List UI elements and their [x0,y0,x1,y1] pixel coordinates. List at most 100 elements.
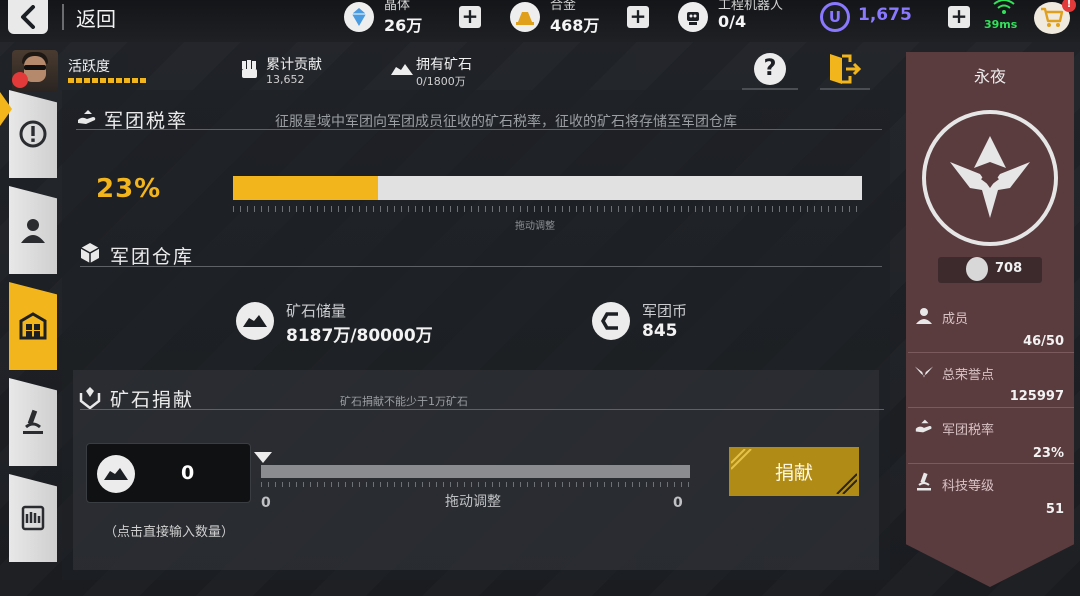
person-icon [21,219,45,243]
help-button[interactable]: ? [754,53,786,85]
ore-label: 拥有矿石 [416,57,472,73]
legion-tax-value: 23% [1032,446,1064,461]
crystal-icon [344,2,374,32]
robot-value: 0/4 [718,12,747,31]
ore-reserve-icon [236,302,274,340]
members-label: 成员 [942,312,969,327]
ore-reserve-label: 矿石储量 [286,302,347,320]
box-icon [80,243,100,263]
tab-warehouse[interactable] [9,282,57,370]
legion-coin-icon [592,302,630,340]
microscope-small-icon [917,472,931,491]
tax-percent: 23% [96,174,162,204]
avatar-glasses [24,65,46,70]
exit-door-icon [830,54,862,84]
donate-slider-max: 0 [673,495,683,511]
tax-rule [76,129,882,130]
ore-reserve-value: 8187万/80000万 [286,326,433,346]
crystal-value: 26万 [384,16,423,35]
top-bar [0,0,1080,42]
ore-icon-small [97,455,135,493]
activity-label: 活跃度 [68,59,110,75]
legion-tax-label: 军团税率 [942,423,995,438]
divider [62,4,64,30]
legion-power: 708 [995,261,1023,276]
tax-description: 征服星域中军团向军团成员征收的矿石税率，征收的矿石将存储至军团仓库 [275,114,737,130]
tax-slider-ticks [233,206,862,212]
tab-rail [0,90,62,580]
contribution-value: 13,652 [266,73,305,86]
legion-tax-rule [908,463,1074,464]
honor-rule [908,407,1074,408]
alert-icon [19,120,47,148]
donate-slider-ticks [261,482,690,487]
activity-bar [68,78,146,83]
members-icon [916,308,932,324]
tab-notice[interactable] [9,90,57,178]
chevron-left-icon [21,5,35,29]
hand-icon [21,505,45,531]
donate-quantity-hint: （点击直接输入数量） [104,525,235,540]
microscope-icon [23,409,43,434]
ore-icon [391,64,413,75]
legion-name: 永夜 [973,67,1006,86]
warehouse-section-title: 军团仓库 [110,246,195,268]
u-currency-icon: U [820,2,850,32]
donate-slider-handle[interactable] [254,452,272,463]
cart-icon [1041,7,1064,27]
donate-button-label: 捐献 [774,462,813,484]
add-alloy-button[interactable]: + [627,6,649,28]
add-crystal-button[interactable]: + [459,6,481,28]
contribution-label: 累计贡献 [266,57,322,73]
donate-quantity-input[interactable]: 0 [86,443,251,503]
tech-level-value: 51 [1045,502,1064,517]
signal-icon [993,0,1015,14]
legion-coin-label: 军团币 [642,302,688,320]
tab-donate-record[interactable] [9,474,57,562]
warehouse-icon [19,312,47,340]
notification-dot [12,72,28,88]
donate-slider[interactable] [261,465,690,478]
donate-section-title: 矿石捐献 [110,389,195,411]
tax-hand-icon [78,110,96,124]
donate-slider-hint: 拖动调整 [445,494,501,510]
donate-hands-icon [79,387,101,409]
donate-slider-min: 0 [261,495,271,511]
tab-tech[interactable] [9,378,57,466]
robot-icon [678,2,708,32]
tax-slider-hint: 拖动调整 [515,221,555,232]
members-value: 46/50 [1023,334,1064,349]
warehouse-rule [80,266,882,267]
tax-slider[interactable] [233,176,862,200]
members-rule [908,352,1074,353]
tax-slider-fill [233,176,378,200]
ore-value: 0/1800万 [416,75,466,88]
honor-label: 总荣誉点 [942,368,995,383]
alloy-icon [510,2,540,32]
status-row: 活跃度 累计贡献 13,652 拥有矿石 0/1800万 ? [0,46,900,92]
back-label[interactable]: 返回 [76,3,116,32]
fist-icon [242,60,257,78]
u-currency-value: 1,675 [858,5,912,25]
back-button[interactable] [8,0,48,34]
legion-power-box [938,257,1042,283]
tech-level-label: 科技等级 [942,479,995,494]
exit-button[interactable] [826,52,862,86]
legion-emblem-icon [950,136,1030,218]
donate-button[interactable]: 捐献 [729,447,859,496]
honor-value: 125997 [1009,389,1064,404]
donate-rule [80,409,884,410]
tax-hand-small-icon [915,419,932,433]
button-corner-decoration [836,473,857,494]
donate-quantity-value: 0 [181,462,195,484]
wings-icon [914,366,934,378]
button-corner-decoration [731,449,752,470]
ping-value: 39ms [984,18,1018,31]
add-u-currency-button[interactable]: + [948,6,970,28]
power-icon [966,257,988,281]
donate-note: 矿石捐献不能少于1万矿石 [340,395,468,408]
legion-coin-value: 845 [642,321,678,341]
alloy-value: 468万 [550,16,600,35]
legion-emblem[interactable] [922,110,1058,246]
tab-members[interactable] [9,186,57,274]
